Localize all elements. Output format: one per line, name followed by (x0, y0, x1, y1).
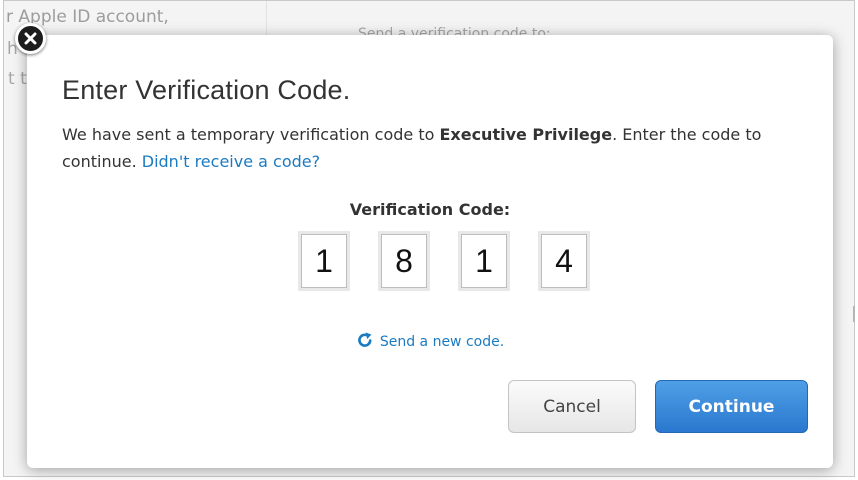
background-edge-mark (853, 306, 855, 322)
close-button[interactable] (15, 23, 46, 54)
message-prefix: We have sent a temporary verification co… (62, 125, 440, 144)
verification-code-label: Verification Code: (349, 200, 511, 219)
send-new-code-link[interactable]: Send a new code. (27, 331, 833, 353)
didnt-receive-code-link[interactable]: Didn't receive a code? (142, 152, 320, 171)
code-digit-input-1[interactable]: 1 (298, 231, 350, 291)
code-digit-input-4[interactable]: 4 (538, 231, 590, 291)
background-fragment: t t (8, 69, 27, 89)
dialog-message: We have sent a temporary verification co… (62, 121, 802, 175)
cancel-button[interactable]: Cancel (508, 380, 636, 433)
background-divider (266, 1, 267, 37)
dialog-title: Enter Verification Code. (62, 75, 351, 105)
code-digit-input-2[interactable]: 8 (378, 231, 430, 291)
code-digit-input-3[interactable]: 1 (458, 231, 510, 291)
send-new-code-label: Send a new code. (379, 334, 505, 350)
verification-dialog: Enter Verification Code. We have sent a … (27, 35, 833, 468)
refresh-icon (356, 331, 374, 353)
verification-code-inputs: 1 8 1 4 (298, 231, 598, 297)
recipient-name: Executive Privilege (439, 125, 613, 144)
close-icon (24, 32, 37, 45)
continue-button[interactable]: Continue (655, 380, 808, 433)
